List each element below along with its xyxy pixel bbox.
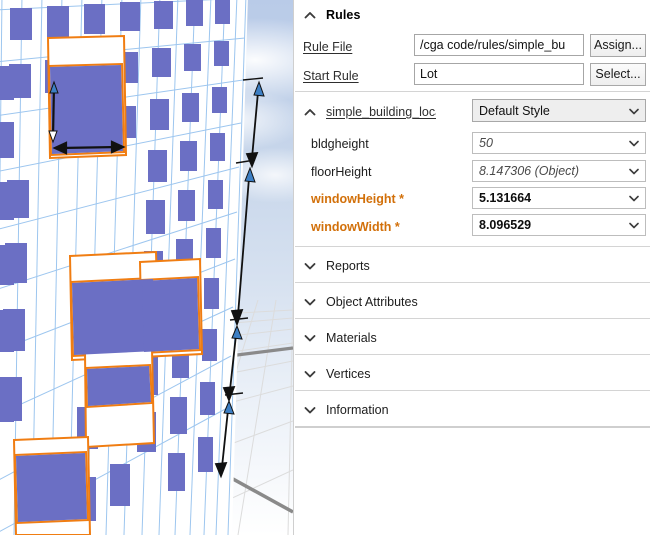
chevron-down-icon bbox=[303, 259, 317, 273]
section-information[interactable]: Information bbox=[294, 399, 650, 421]
rule-file-label[interactable]: Rule File bbox=[303, 40, 352, 54]
section-label-vertices: Vertices bbox=[326, 367, 370, 381]
separator-rule-group bbox=[295, 91, 650, 92]
start-rule-label[interactable]: Start Rule bbox=[303, 69, 359, 83]
chevron-down-icon bbox=[626, 192, 642, 204]
chevron-down-icon bbox=[303, 367, 317, 381]
attr-label-3: windowWidth * bbox=[311, 220, 400, 234]
inspector-panel: Rules Rule File Assign... Start Rule Sel… bbox=[293, 0, 650, 535]
chevron-down-icon bbox=[303, 295, 317, 309]
chevron-down-icon bbox=[626, 137, 642, 149]
section-label-materials: Materials bbox=[326, 331, 377, 345]
rules-section-header[interactable]: Rules bbox=[294, 4, 650, 26]
rule-file-input[interactable] bbox=[414, 34, 584, 56]
select-start-rule-button[interactable]: Select... bbox=[590, 63, 646, 86]
assign-rule-button[interactable]: Assign... bbox=[590, 34, 646, 57]
attr-value-1[interactable]: 8.147306 (Object) bbox=[472, 160, 646, 182]
attr-value-text-0: 50 bbox=[479, 136, 626, 150]
chevron-down-icon bbox=[626, 219, 642, 231]
start-rule-input[interactable] bbox=[414, 63, 584, 85]
separator-0 bbox=[295, 246, 650, 247]
chevron-up-icon bbox=[303, 105, 317, 119]
style-combo[interactable]: Default Style bbox=[472, 99, 646, 122]
separator-5 bbox=[295, 426, 650, 428]
separator-3 bbox=[295, 354, 650, 355]
attr-label-1: floorHeight bbox=[311, 165, 371, 179]
section-label-object-attributes: Object Attributes bbox=[326, 295, 418, 309]
attr-value-text-1: 8.147306 (Object) bbox=[479, 164, 626, 178]
section-materials[interactable]: Materials bbox=[294, 327, 650, 349]
cityengine-window: Rules Rule File Assign... Start Rule Sel… bbox=[0, 0, 650, 535]
separator-4 bbox=[295, 390, 650, 391]
section-reports[interactable]: Reports bbox=[294, 255, 650, 277]
section-object-attributes[interactable]: Object Attributes bbox=[294, 291, 650, 313]
attr-value-text-2: 5.131664 bbox=[479, 191, 626, 205]
3d-viewport[interactable] bbox=[0, 0, 293, 535]
attr-label-0: bldgheight bbox=[311, 137, 369, 151]
chevron-down-icon bbox=[626, 105, 642, 117]
style-combo-value: Default Style bbox=[479, 104, 626, 118]
chevron-down-icon bbox=[303, 331, 317, 345]
attr-value-text-3: 8.096529 bbox=[479, 218, 626, 232]
chevron-down-icon bbox=[303, 403, 317, 417]
rules-section-title: Rules bbox=[326, 8, 361, 22]
chevron-down-icon bbox=[626, 165, 642, 177]
separator-2 bbox=[295, 318, 650, 319]
section-vertices[interactable]: Vertices bbox=[294, 363, 650, 385]
building-facade[interactable] bbox=[0, 0, 293, 535]
separator-1 bbox=[295, 282, 650, 283]
attr-label-2: windowHeight * bbox=[311, 192, 404, 206]
rule-group-name[interactable]: simple_building_local_e bbox=[326, 105, 436, 119]
chevron-up-icon bbox=[303, 8, 317, 22]
attr-value-3[interactable]: 8.096529 bbox=[472, 214, 646, 236]
section-label-reports: Reports bbox=[326, 259, 370, 273]
section-label-information: Information bbox=[326, 403, 389, 417]
attr-value-0[interactable]: 50 bbox=[472, 132, 646, 154]
attr-value-2[interactable]: 5.131664 bbox=[472, 187, 646, 209]
